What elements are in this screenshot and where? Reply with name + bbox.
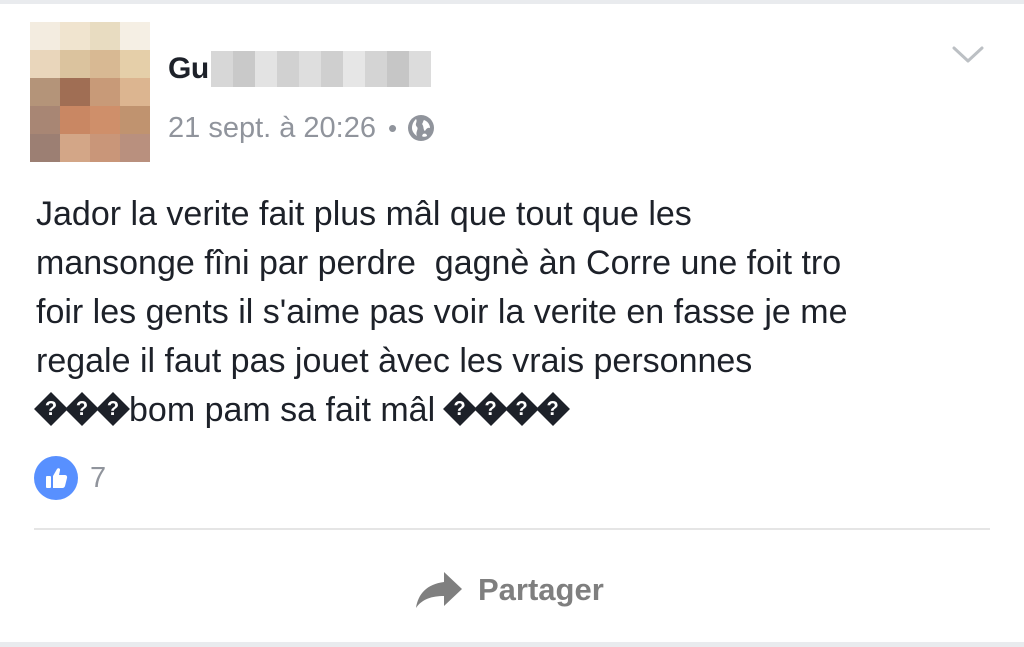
- reactions-summary[interactable]: 7: [34, 456, 106, 500]
- like-count: 7: [90, 461, 107, 494]
- post-card: Gu 21 sept. à 20:26 • Jador la verite fa…: [0, 4, 1024, 642]
- replacement-char-glyph: [476, 394, 506, 424]
- replacement-char-glyph: [67, 394, 97, 424]
- share-arrow-icon: [416, 572, 462, 608]
- author-name[interactable]: Gu: [168, 52, 209, 86]
- author-name-blur: [210, 51, 431, 87]
- author-name-row[interactable]: Gu: [168, 44, 431, 94]
- replacement-char-glyph: [36, 394, 66, 424]
- meta-separator: •: [388, 112, 398, 143]
- replacement-char-glyph: [445, 394, 475, 424]
- share-label: Partager: [478, 572, 604, 607]
- action-divider: [34, 528, 990, 530]
- chevron-down-icon[interactable]: [950, 42, 986, 66]
- avatar[interactable]: [30, 22, 150, 162]
- post-meta: 21 sept. à 20:26 •: [168, 106, 435, 150]
- share-button[interactable]: Partager: [414, 562, 604, 618]
- post-timestamp[interactable]: 21 sept. à 20:26: [168, 112, 376, 145]
- replacement-char-glyph: [538, 394, 568, 424]
- post-text: Jador la verite fait plus mâl que tout q…: [36, 190, 996, 435]
- replacement-char-glyph: [507, 394, 537, 424]
- globe-icon[interactable]: [407, 114, 435, 142]
- replacement-char-glyph: [98, 394, 128, 424]
- like-icon: [34, 456, 78, 500]
